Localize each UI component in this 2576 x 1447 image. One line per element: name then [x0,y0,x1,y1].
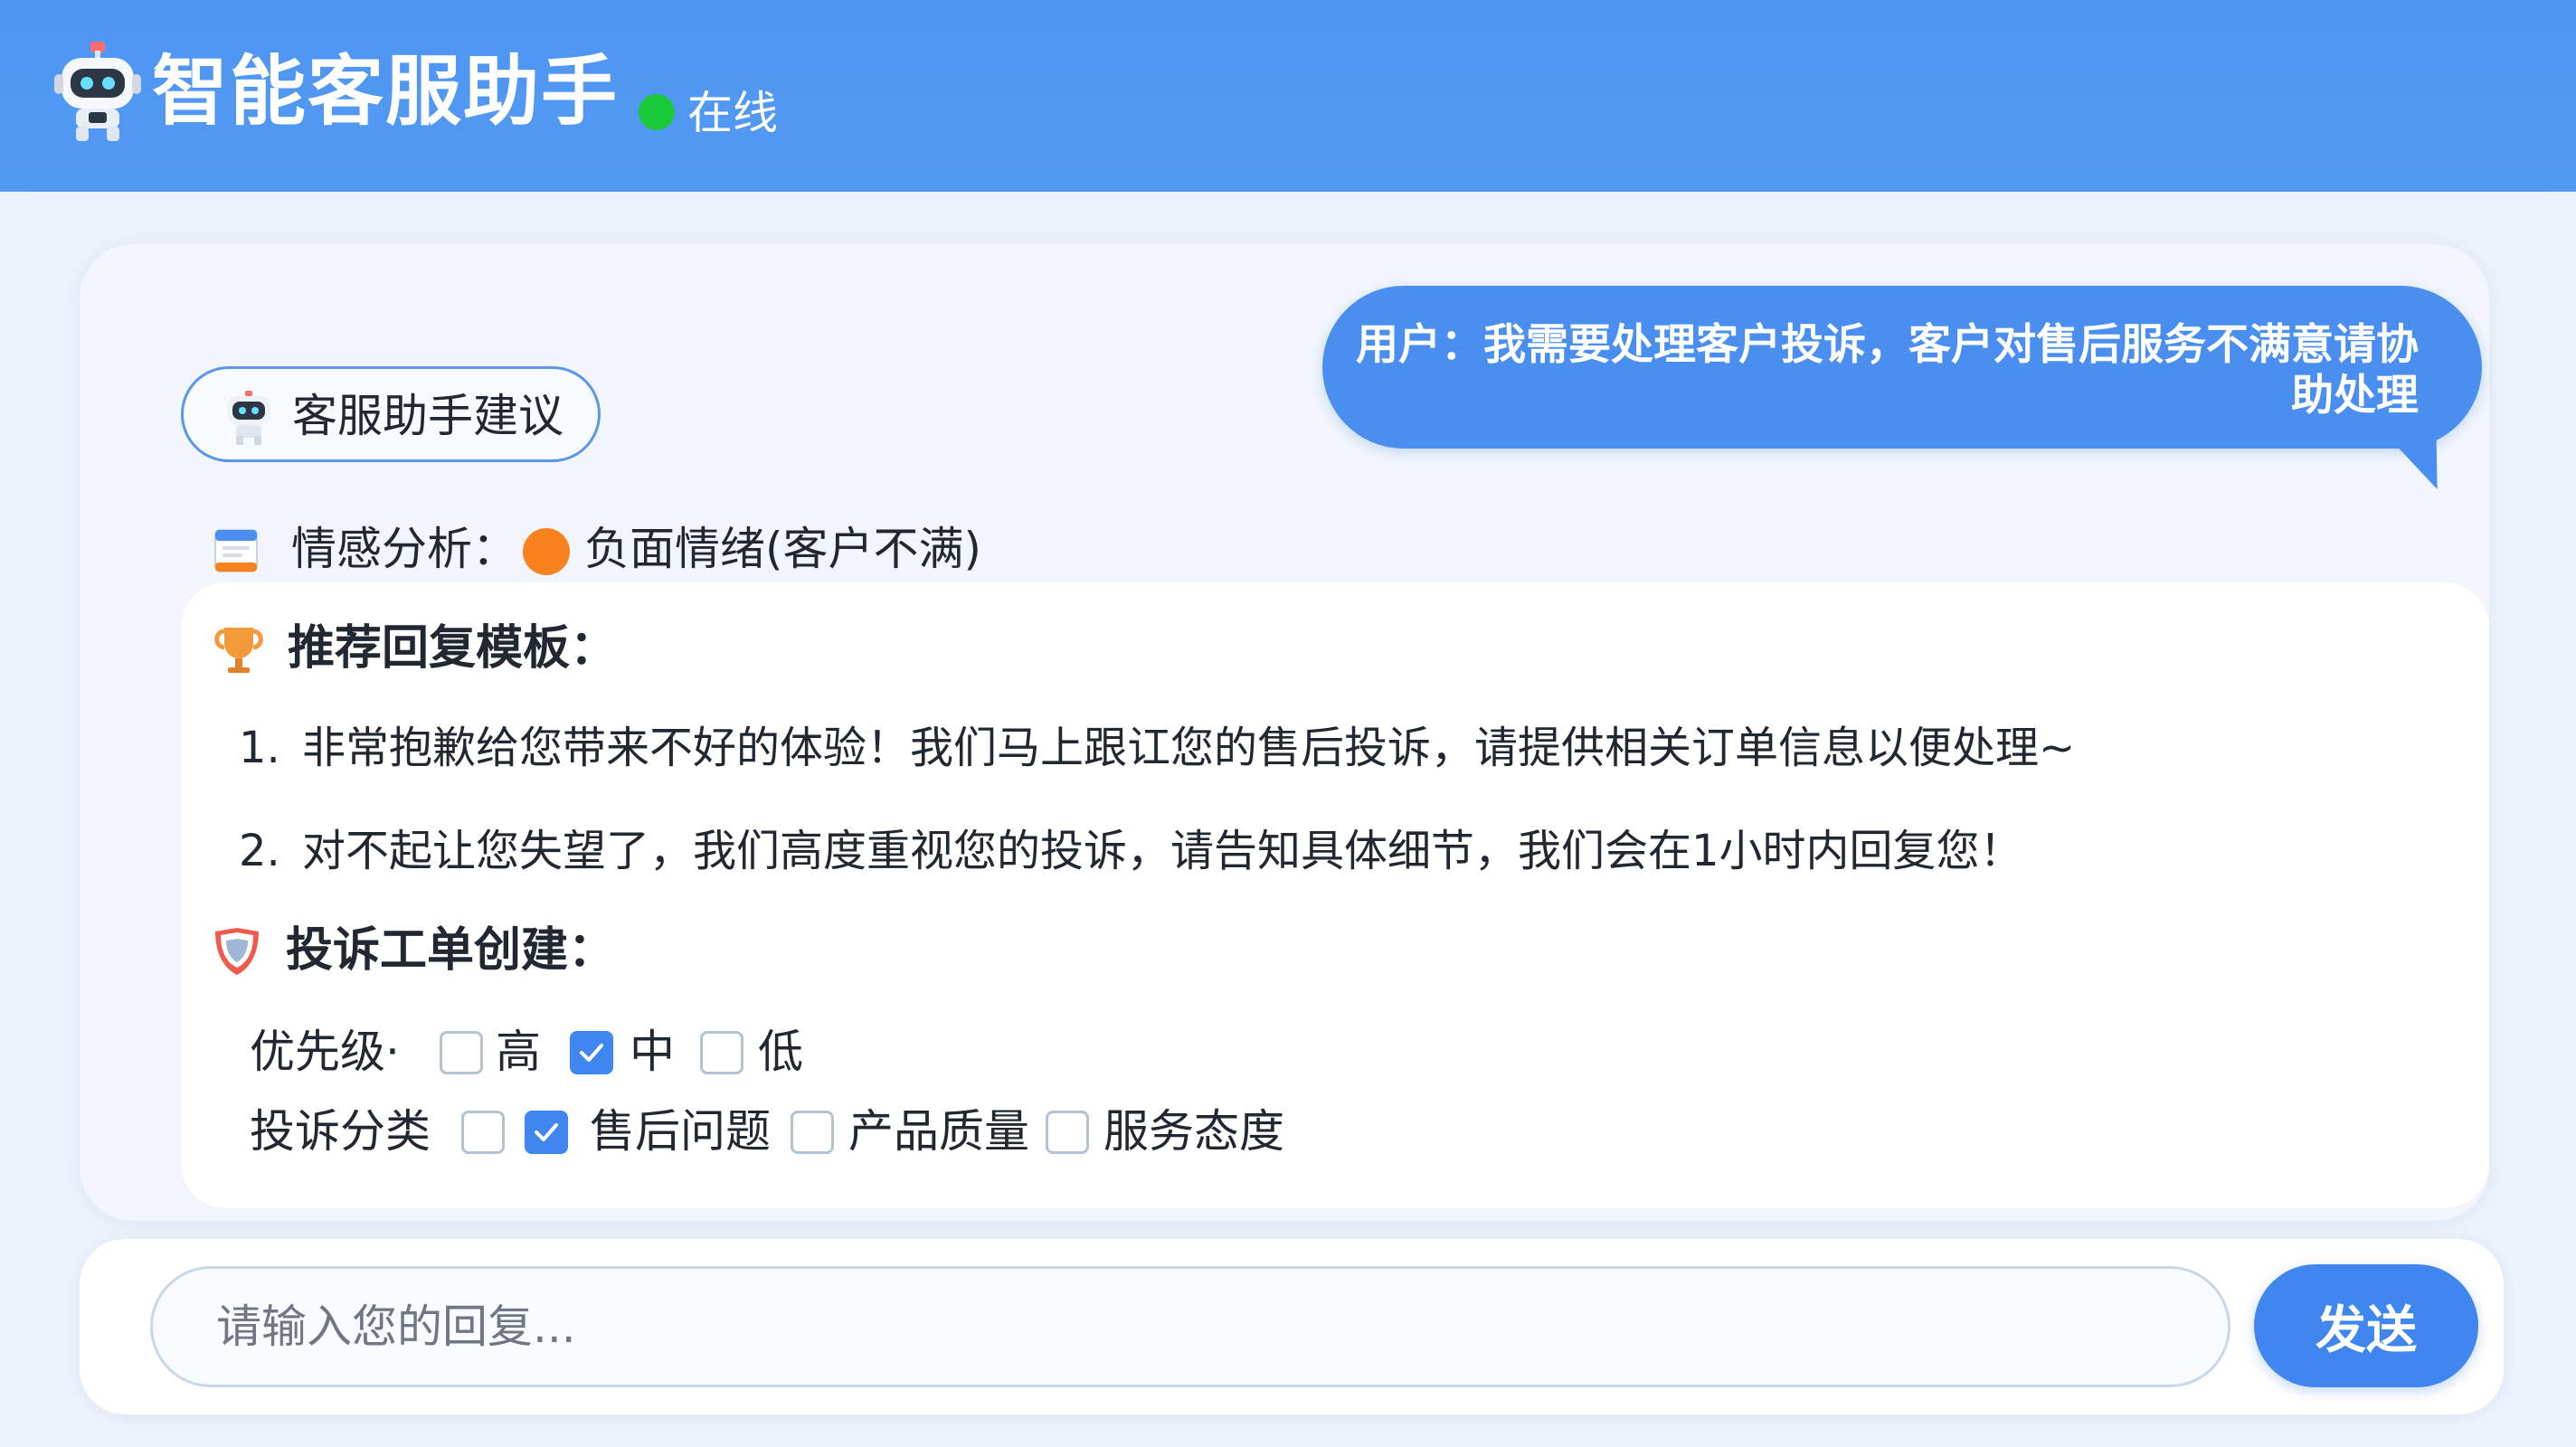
clipboard-icon [214,529,258,572]
priority-label: 优先级· [250,1026,400,1078]
category-after-sales-checkbox[interactable] [525,1111,568,1154]
category-row: 投诉分类 售后问题 产品质量 服务态度 [250,1102,1516,1165]
app-title: 智能客服助手 [152,47,620,136]
user-message-text: 用户：我需要处理客户投诉，客户对售后服务不满意请协助处理 [1356,320,2419,421]
template-number: 2. [239,826,280,876]
template-text: 非常抱歉给您带来不好的体验！我们马上跟讧您的售后投诉，请提供相关订单信息以便处理… [302,723,2076,773]
check-icon [580,1044,603,1062]
sentiment-label: 情感分析： [291,523,517,575]
category-blank-checkbox[interactable] [461,1111,505,1154]
send-button[interactable]: 发送 [2254,1264,2478,1387]
priority-low-checkbox[interactable] [700,1031,743,1074]
category-label: 投诉分类 [250,1105,431,1158]
assistant-suggestion-tag: 客服助手建议 [181,366,601,462]
robot-icon [54,42,141,141]
app-header: 智能客服助手 在线 [0,0,2576,192]
online-status-dot [639,94,675,130]
category-service-checkbox[interactable] [1046,1111,1089,1154]
trophy-icon [214,628,263,673]
shield-icon [215,928,259,975]
priority-high-checkbox[interactable] [440,1031,483,1074]
category-quality-label: 产品质量 [848,1105,1029,1158]
online-status-text: 在线 [687,87,778,139]
ticket-heading-label: 投诉工单创建： [286,923,616,978]
priority-low-label: 低 [758,1026,803,1078]
sentiment-indicator-dot [523,528,570,575]
template-number: 1. [239,723,280,773]
priority-row: 优先级· 高 中 低 [250,1022,1064,1085]
composer-bar: 发送 [80,1239,2504,1414]
suggestion-card: 推荐回复模板： 1. 非常抱歉给您带来不好的体验！我们马上跟讧您的售后投诉，请提供… [181,582,2489,1208]
reply-input[interactable] [150,1266,2230,1387]
assistant-tag-label: 客服助手建议 [292,390,564,442]
priority-medium-label: 中 [630,1026,675,1078]
template-item[interactable]: 1. 非常抱歉给您带来不好的体验！我们马上跟讧您的售后投诉，请提供相关订单信息以便… [239,720,2075,776]
category-after-sales-label: 售后问题 [590,1105,771,1158]
category-quality-checkbox[interactable] [791,1111,834,1154]
category-service-label: 服务态度 [1103,1105,1284,1158]
sentiment-value: 负面情绪(客户不满) [584,523,982,575]
robot-icon [227,391,270,445]
user-message-bubble: 用户：我需要处理客户投诉，客户对售后服务不满意请协助处理 [1322,286,2482,500]
check-icon [535,1123,558,1141]
template-item[interactable]: 2. 对不起让您失望了，我们高度重视您的投诉，请告知具体细节，我们会在1小时内回复… [239,823,2023,879]
templates-heading-label: 推荐回复模板： [288,621,618,676]
priority-high-label: 高 [496,1026,541,1078]
template-text: 对不起让您失望了，我们高度重视您的投诉，请告知具体细节，我们会在1小时内回复您！ [302,826,2023,876]
priority-medium-checkbox[interactable] [570,1031,613,1074]
